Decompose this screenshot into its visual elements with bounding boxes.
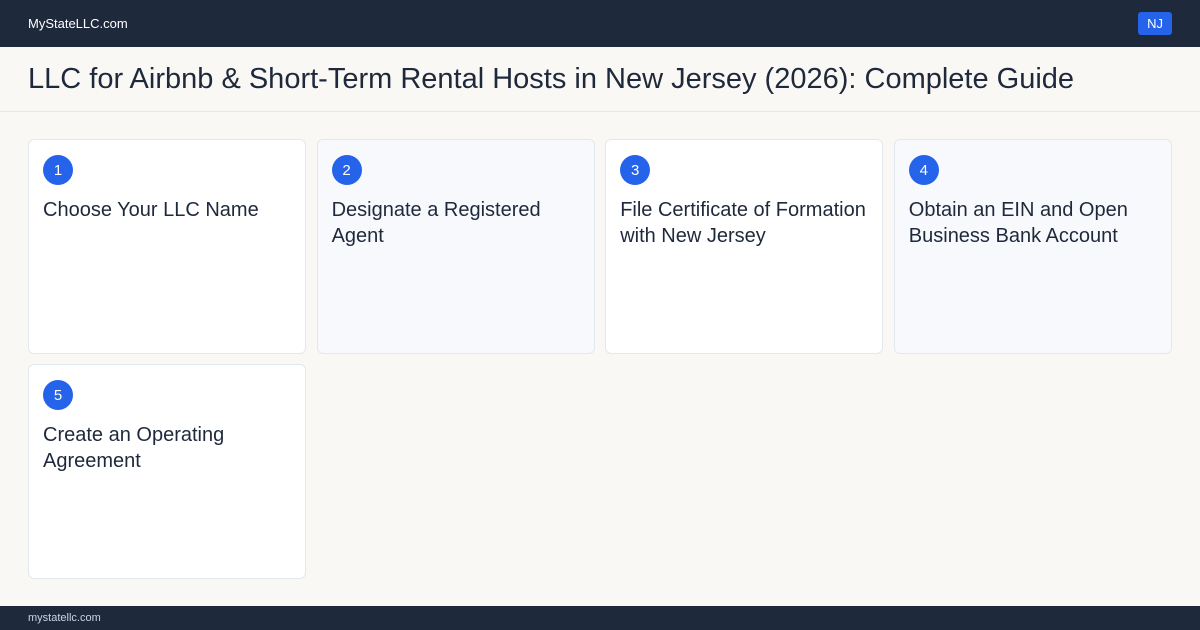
step-title: Designate a Registered Agent xyxy=(331,199,541,247)
step-number-badge: 1 xyxy=(43,155,73,185)
steps-grid: 1 Choose Your LLC Name 2 Designate a Reg… xyxy=(28,139,1172,579)
step-card-2[interactable]: 2 Designate a Registered Agent xyxy=(316,139,595,354)
step-number-badge: 2 xyxy=(331,155,362,185)
step-title: Choose Your LLC Name xyxy=(43,199,259,221)
step-title: Obtain an EIN and Open Business Bank Acc… xyxy=(908,199,1128,247)
step-card-5[interactable]: 5 Create an Operating Agreement xyxy=(28,364,306,579)
top-nav-bar: MyStateLLC.com NJ xyxy=(0,0,1200,47)
step-title: Create an Operating Agreement xyxy=(43,424,225,472)
step-card-1[interactable]: 1 Choose Your LLC Name xyxy=(28,139,306,354)
state-badge[interactable]: NJ xyxy=(1138,12,1172,35)
title-bar: LLC for Airbnb & Short-Term Rental Hosts… xyxy=(0,47,1200,112)
step-card-3[interactable]: 3 File Certificate of Formation with New… xyxy=(605,139,884,354)
step-number-badge: 4 xyxy=(908,155,939,185)
step-card-4[interactable]: 4 Obtain an EIN and Open Business Bank A… xyxy=(893,139,1172,354)
page-title: LLC for Airbnb & Short-Term Rental Hosts… xyxy=(28,62,1075,95)
page: MyStateLLC.com NJ LLC for Airbnb & Short… xyxy=(0,0,1200,630)
brand-logo-link[interactable]: MyStateLLC.com xyxy=(28,16,128,31)
step-number-badge: 3 xyxy=(620,155,651,185)
step-number-badge: 5 xyxy=(43,380,73,410)
footer-bar: mystatellc.com xyxy=(0,606,1200,630)
footer-domain: mystatellc.com xyxy=(28,612,101,624)
step-title: File Certificate of Formation with New J… xyxy=(620,199,866,247)
